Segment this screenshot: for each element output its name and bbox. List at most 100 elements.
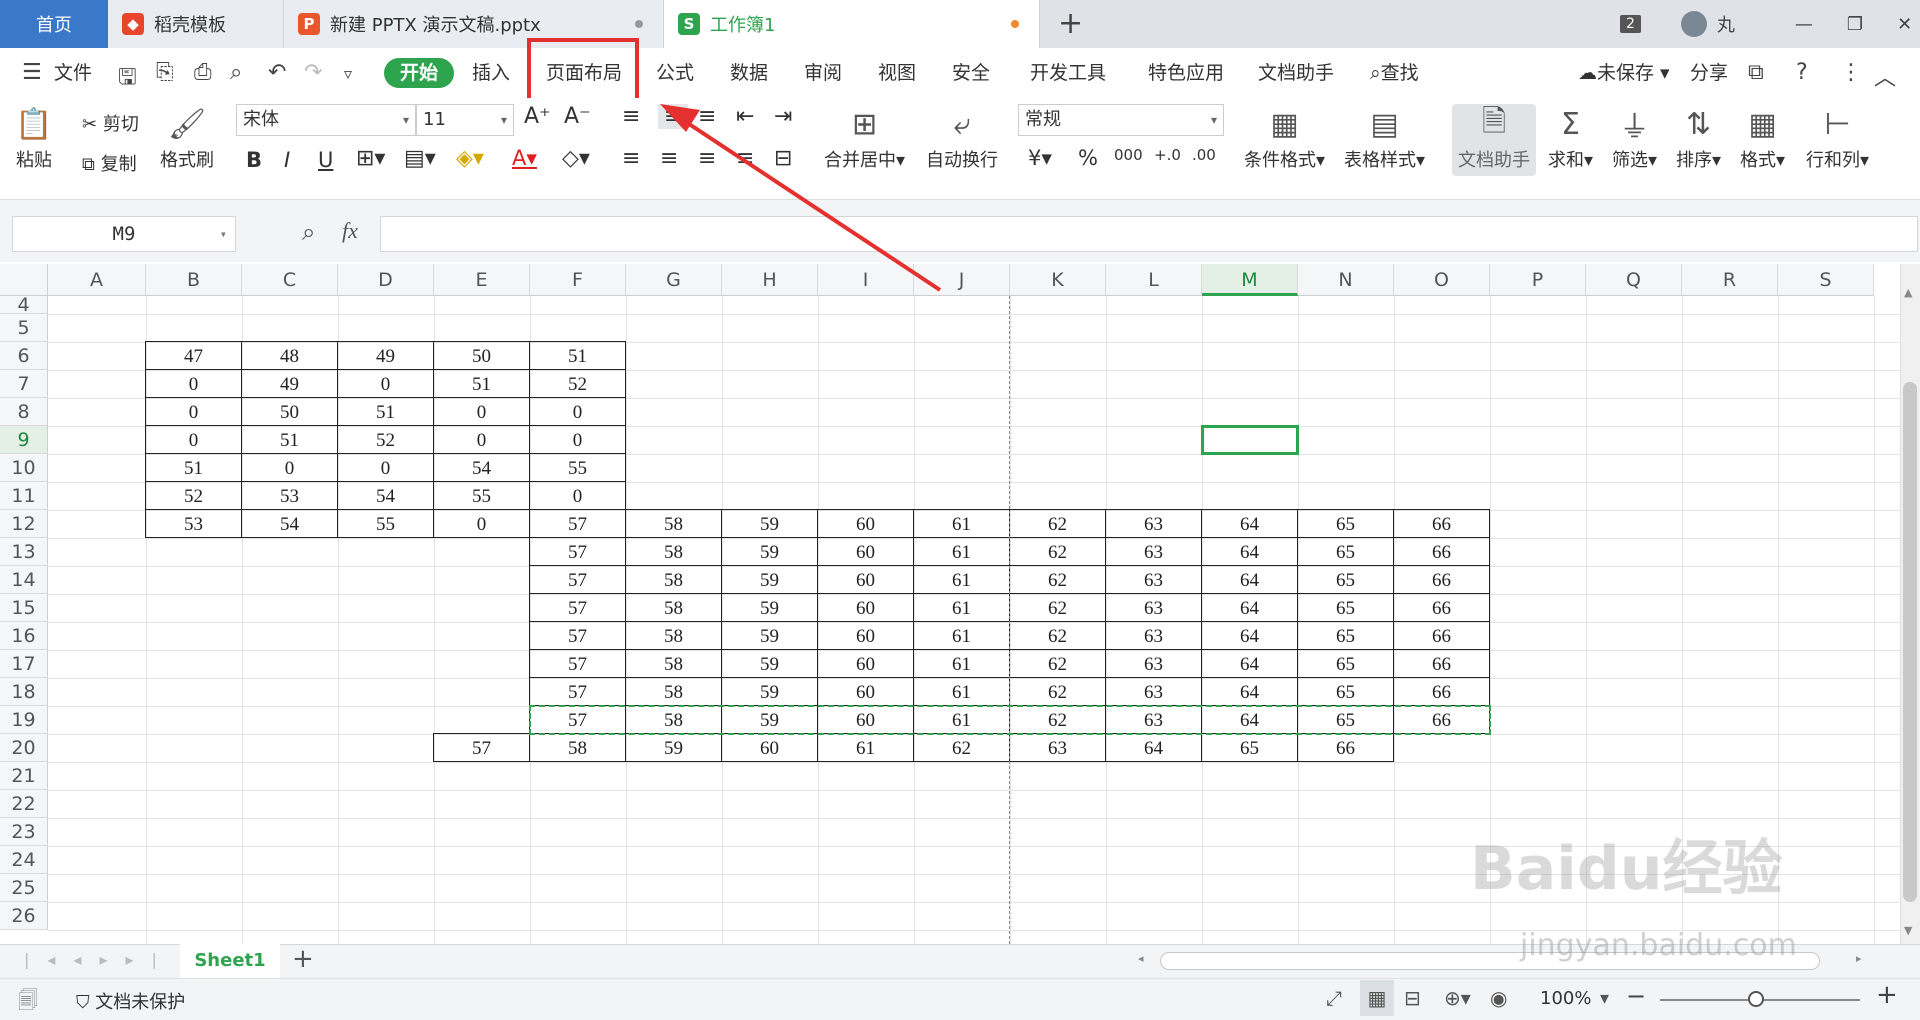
bold-button[interactable]: B — [246, 148, 262, 172]
cell-C11[interactable]: 53 — [241, 481, 338, 510]
cell-C12[interactable]: 54 — [241, 509, 338, 538]
align-middle-icon[interactable]: ≡ — [658, 104, 689, 129]
menu-special[interactable]: 特色应用 — [1148, 58, 1224, 88]
avatar[interactable] — [1680, 11, 1707, 37]
cell-J18[interactable]: 61 — [913, 677, 1010, 706]
row-header-9[interactable]: 9 — [0, 426, 48, 454]
column-header-A[interactable]: A — [48, 264, 146, 296]
cell-K15[interactable]: 62 — [1009, 593, 1106, 622]
column-header-P[interactable]: P — [1490, 264, 1586, 296]
align-bottom-icon[interactable]: ≡ — [698, 104, 716, 129]
cell-E20[interactable]: 57 — [433, 733, 530, 762]
cell-I18[interactable]: 60 — [817, 677, 914, 706]
help-icon[interactable]: ? — [1796, 60, 1808, 85]
sort-button[interactable]: ⇅ 排序▾ — [1676, 104, 1721, 172]
cell-H14[interactable]: 59 — [721, 565, 818, 594]
row-header-4[interactable]: 4 — [0, 296, 48, 315]
cell-G14[interactable]: 58 — [625, 565, 722, 594]
zoom-dropdown-icon[interactable]: ▾ — [1600, 988, 1609, 1009]
cell-M16[interactable]: 64 — [1201, 621, 1298, 650]
tab-workbook[interactable]: S 工作簿1 — [664, 0, 1040, 48]
cell-L13[interactable]: 63 — [1105, 537, 1202, 566]
cell-H17[interactable]: 59 — [721, 649, 818, 678]
column-header-S[interactable]: S — [1778, 264, 1874, 296]
decrease-decimal-icon[interactable]: .00 — [1192, 146, 1216, 164]
cell-N14[interactable]: 65 — [1297, 565, 1394, 594]
collapse-ribbon-icon[interactable]: ︿ — [1874, 60, 1896, 92]
cell-G17[interactable]: 58 — [625, 649, 722, 678]
column-header-E[interactable]: E — [434, 264, 530, 296]
decrease-font-icon[interactable]: A⁻ — [564, 104, 591, 129]
cell-O13[interactable]: 66 — [1393, 537, 1490, 566]
font-size-select[interactable]: 11 ▾ — [416, 104, 514, 136]
more-icon[interactable]: ⋮ — [1840, 60, 1862, 85]
menu-review[interactable]: 审阅 — [804, 58, 842, 88]
cell-N15[interactable]: 65 — [1297, 593, 1394, 622]
cell-N13[interactable]: 65 — [1297, 537, 1394, 566]
cell-D11[interactable]: 54 — [337, 481, 434, 510]
currency-icon[interactable]: ¥▾ — [1028, 146, 1052, 170]
row-header-23[interactable]: 23 — [0, 818, 48, 846]
row-header-21[interactable]: 21 — [0, 762, 48, 790]
filter-button[interactable]: ⏚ 筛选▾ — [1612, 104, 1657, 172]
cell-F8[interactable]: 0 — [529, 397, 626, 426]
cell-F16[interactable]: 57 — [529, 621, 626, 650]
row-header-25[interactable]: 25 — [0, 874, 48, 902]
increase-indent-icon[interactable]: ⇥ — [774, 104, 792, 129]
cell-M12[interactable]: 64 — [1201, 509, 1298, 538]
cell-J14[interactable]: 61 — [913, 565, 1010, 594]
column-header-Q[interactable]: Q — [1586, 264, 1682, 296]
cell-F20[interactable]: 58 — [529, 733, 626, 762]
cell-K18[interactable]: 62 — [1009, 677, 1106, 706]
menu-formulas[interactable]: 公式 — [656, 58, 694, 88]
menu-developer[interactable]: 开发工具 — [1030, 58, 1106, 88]
number-format-select[interactable]: 常规 ▾ — [1018, 104, 1224, 136]
cell-K17[interactable]: 62 — [1009, 649, 1106, 678]
selected-cell[interactable] — [1201, 425, 1299, 455]
row-header-15[interactable]: 15 — [0, 594, 48, 622]
column-header-K[interactable]: K — [1010, 264, 1106, 296]
cut-button[interactable]: ✂ 剪切 — [82, 110, 139, 136]
page-layout-view-icon[interactable]: ⊕▾ — [1444, 986, 1471, 1010]
align-left-icon[interactable]: ≡ — [622, 146, 640, 171]
cell-F17[interactable]: 57 — [529, 649, 626, 678]
cell-F14[interactable]: 57 — [529, 565, 626, 594]
decrease-indent-icon[interactable]: ⇤ — [736, 104, 754, 129]
borders-icon[interactable]: ⊞▾ — [356, 146, 385, 171]
row-header-12[interactable]: 12 — [0, 510, 48, 538]
new-tab-button[interactable]: + — [1058, 6, 1083, 41]
cell-M13[interactable]: 64 — [1201, 537, 1298, 566]
cell-L16[interactable]: 63 — [1105, 621, 1202, 650]
cell-I12[interactable]: 60 — [817, 509, 914, 538]
cell-style-icon[interactable]: ▤▾ — [404, 146, 436, 171]
cell-J15[interactable]: 61 — [913, 593, 1010, 622]
cell-B10[interactable]: 51 — [145, 453, 242, 482]
restore-icon[interactable]: ❐ — [1847, 14, 1863, 35]
format-painter-button[interactable]: 🖌 格式刷 — [160, 104, 214, 172]
row-header-13[interactable]: 13 — [0, 538, 48, 566]
formula-input[interactable] — [380, 216, 1918, 252]
vertical-scroll-thumb[interactable] — [1903, 382, 1917, 902]
cell-B9[interactable]: 0 — [145, 425, 242, 454]
cell-L15[interactable]: 63 — [1105, 593, 1202, 622]
cell-E6[interactable]: 50 — [433, 341, 530, 370]
column-header-M[interactable]: M — [1202, 264, 1298, 296]
format-button[interactable]: ▦ 格式▾ — [1740, 104, 1785, 172]
cell-F15[interactable]: 57 — [529, 593, 626, 622]
fullscreen-icon[interactable]: ⤢ — [1326, 986, 1342, 1010]
export-icon[interactable]: ⎘ — [156, 60, 174, 85]
cell-B6[interactable]: 47 — [145, 341, 242, 370]
column-header-N[interactable]: N — [1298, 264, 1394, 296]
row-header-19[interactable]: 19 — [0, 706, 48, 734]
column-header-J[interactable]: J — [914, 264, 1010, 296]
menu-view[interactable]: 视图 — [878, 58, 916, 88]
cell-F12[interactable]: 57 — [529, 509, 626, 538]
scroll-up-icon[interactable]: ▲ — [1904, 286, 1912, 299]
cell-J12[interactable]: 61 — [913, 509, 1010, 538]
cell-B8[interactable]: 0 — [145, 397, 242, 426]
column-header-D[interactable]: D — [338, 264, 434, 296]
cell-I20[interactable]: 61 — [817, 733, 914, 762]
cell-F6[interactable]: 51 — [529, 341, 626, 370]
zoom-out-icon[interactable]: − — [1626, 982, 1646, 1010]
column-header-R[interactable]: R — [1682, 264, 1778, 296]
